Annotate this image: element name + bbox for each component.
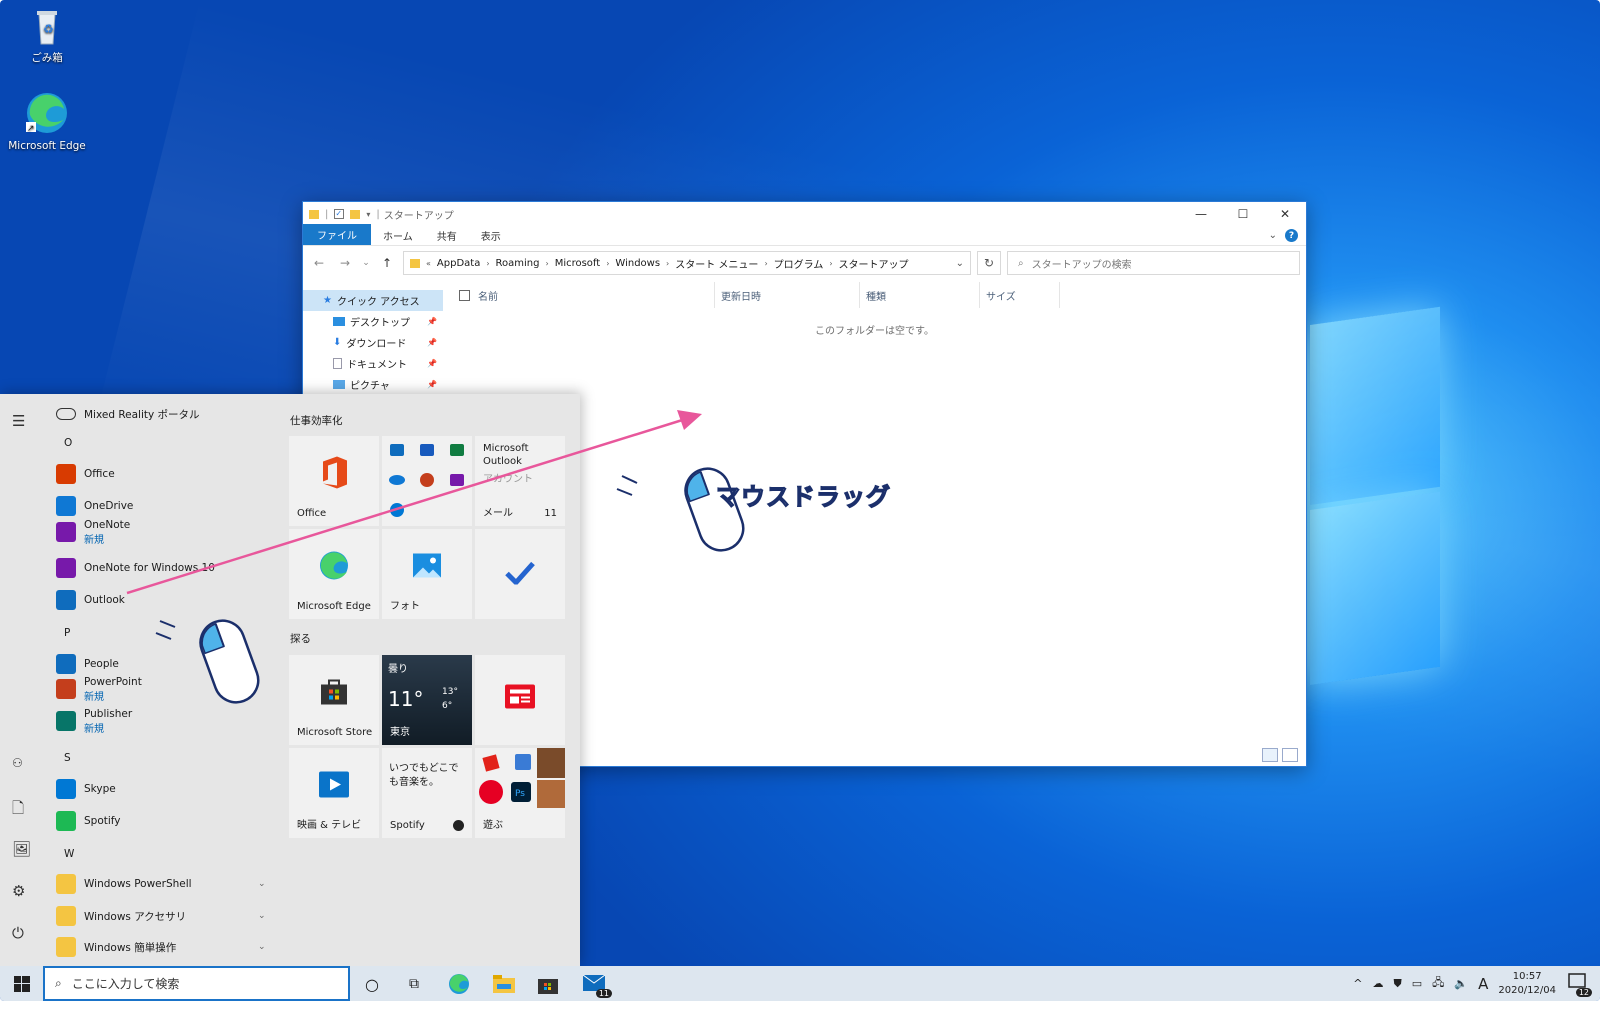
volume-icon[interactable]: 🔈 — [1454, 977, 1468, 990]
taskbar-search-input[interactable]: ⌕ ここに入力して検索 — [43, 966, 350, 1001]
battery-icon[interactable]: ▭ — [1412, 977, 1422, 990]
cortana-icon[interactable]: ○ — [360, 972, 384, 996]
show-hidden-icons-icon[interactable]: ^ — [1353, 977, 1362, 990]
clock[interactable]: 10:57 2020/12/04 — [1498, 970, 1556, 998]
file-explorer-taskbar-icon[interactable] — [492, 972, 516, 996]
windows-start-icon[interactable] — [10, 972, 34, 996]
click-motion-lines — [616, 475, 638, 496]
action-center-icon[interactable]: 12 — [1568, 973, 1592, 997]
task-view-icon[interactable]: ⧉ — [402, 972, 426, 996]
ime-indicator[interactable]: A — [1478, 975, 1488, 993]
store-taskbar-icon[interactable] — [536, 972, 560, 996]
taskbar: ⌕ ここに入力して検索 ○ ⧉ 11 ^ ☁ ⛊ ▭ 🖧 🔈 A 10:57 2… — [0, 966, 1600, 1001]
arrow-head — [677, 410, 702, 430]
clock-date: 2020/12/04 — [1498, 984, 1556, 996]
notification-badge: 12 — [1575, 988, 1592, 997]
security-icon[interactable]: ⛊ — [1393, 977, 1401, 991]
onedrive-icon[interactable]: ☁ — [1372, 977, 1383, 990]
click-motion-lines — [155, 620, 176, 640]
clock-time: 10:57 — [1512, 970, 1542, 982]
drag-arrow — [126, 415, 693, 595]
drag-label: マウスドラッグ — [715, 482, 891, 511]
mail-taskbar-icon[interactable]: 11 — [580, 972, 612, 998]
search-icon: ⌕ — [55, 976, 62, 990]
search-placeholder: ここに入力して検索 — [71, 977, 180, 991]
network-icon[interactable]: 🖧 — [1432, 974, 1444, 993]
mouse-icon — [199, 619, 260, 704]
desktop: ♻ ごみ箱 ↗ Microsoft Edge | ✓ ▾ | スタートアップ —… — [0, 0, 1600, 1001]
edge-taskbar-icon[interactable] — [447, 972, 471, 996]
mail-badge: 11 — [595, 989, 612, 998]
system-tray: ^ ☁ ⛊ ▭ 🖧 🔈 A 10:57 2020/12/04 — [1353, 966, 1556, 1001]
